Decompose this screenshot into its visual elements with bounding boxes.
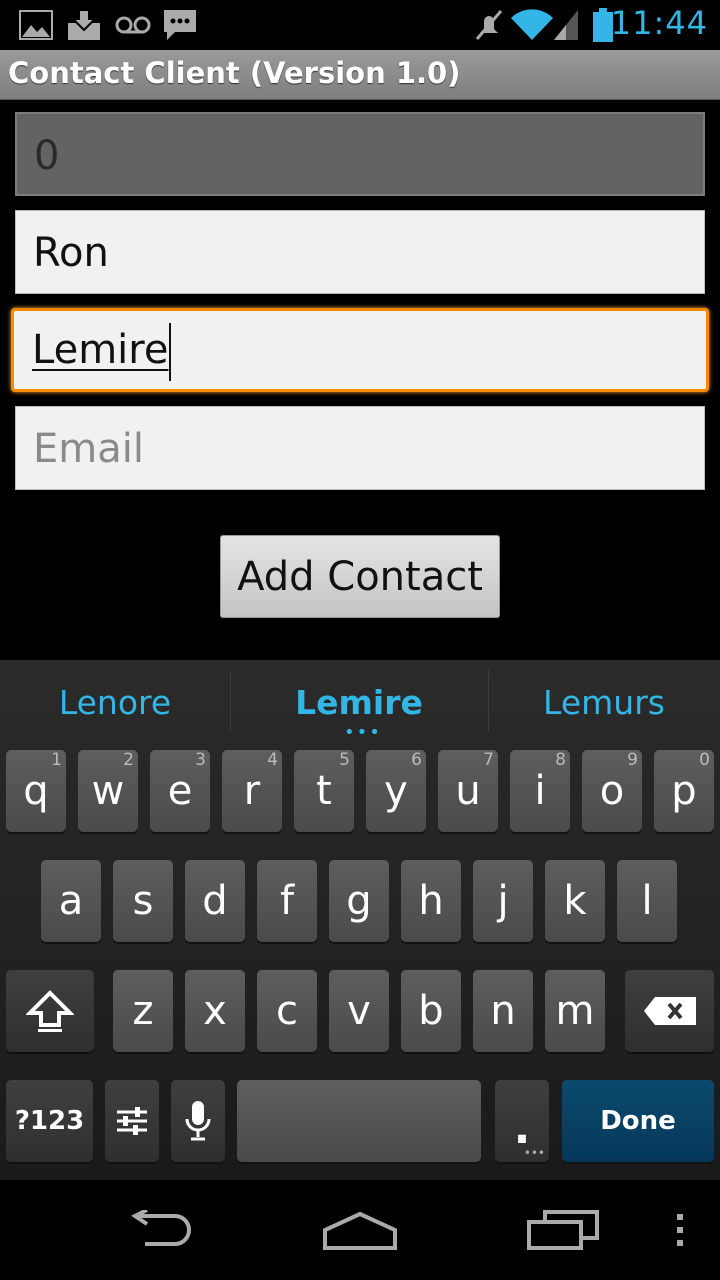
overflow-menu-button[interactable] [665, 1200, 695, 1260]
settings-key[interactable] [105, 1080, 159, 1162]
done-key[interactable]: Done [562, 1080, 714, 1162]
navigation-bar [0, 1180, 720, 1280]
email-placeholder: Email [33, 426, 144, 472]
key-u[interactable]: u7 [438, 750, 498, 832]
mute-icon [474, 8, 504, 42]
last-name-field[interactable]: Lemire [11, 308, 709, 392]
picture-icon [18, 8, 54, 42]
key-x[interactable]: x [185, 970, 245, 1052]
key-t[interactable]: t5 [294, 750, 354, 832]
shift-key[interactable] [6, 970, 94, 1052]
key-s[interactable]: s [113, 860, 173, 942]
wifi-icon [510, 8, 554, 42]
recent-apps-button[interactable] [518, 1200, 608, 1260]
home-icon [323, 1211, 397, 1250]
key-y[interactable]: y6 [366, 750, 426, 832]
key-k[interactable]: k [545, 860, 605, 942]
shift-icon [6, 970, 94, 1052]
key-o[interactable]: o9 [582, 750, 642, 832]
soft-keyboard: Lenore Lemire ••• Lemurs q1 w2 e3 r4 t5 … [0, 660, 720, 1180]
settings-sliders-icon [105, 1080, 159, 1162]
key-j[interactable]: j [473, 860, 533, 942]
text-cursor [169, 323, 172, 381]
add-contact-button[interactable]: Add Contact [220, 535, 500, 618]
microphone-icon [171, 1080, 225, 1162]
more-suggestions-indicator: ••• [344, 722, 382, 743]
voicemail-icon [114, 8, 152, 42]
key-c[interactable]: c [257, 970, 317, 1052]
more-punctuation-indicator: ••• [523, 1146, 545, 1160]
period-key[interactable]: . ••• [495, 1080, 549, 1162]
email-field[interactable]: Email [15, 406, 705, 490]
suggestion-3[interactable]: Lemurs [488, 660, 720, 745]
key-v[interactable]: v [329, 970, 389, 1052]
key-b[interactable]: b [401, 970, 461, 1052]
space-key[interactable] [237, 1080, 481, 1162]
key-m[interactable]: m [545, 970, 605, 1052]
symbols-key[interactable]: ?123 [6, 1080, 93, 1162]
backspace-key[interactable] [625, 970, 714, 1052]
key-a[interactable]: a [41, 860, 101, 942]
back-icon [131, 1210, 191, 1246]
key-n[interactable]: n [473, 970, 533, 1052]
backspace-icon [625, 970, 714, 1052]
key-l[interactable]: l [617, 860, 677, 942]
key-r[interactable]: r4 [222, 750, 282, 832]
key-f[interactable]: f [257, 860, 317, 942]
overflow-menu-icon [677, 1214, 683, 1246]
last-name-value: Lemire [32, 327, 169, 373]
key-p[interactable]: p0 [654, 750, 714, 832]
key-i[interactable]: i8 [510, 750, 570, 832]
download-icon [66, 8, 102, 42]
first-name-value: Ron [33, 230, 109, 276]
suggestion-1[interactable]: Lenore [0, 660, 230, 745]
app-title: Contact Client (Version 1.0) [8, 56, 461, 90]
clock: 11:44 [610, 4, 708, 42]
voice-input-key[interactable] [171, 1080, 225, 1162]
message-icon [162, 8, 198, 42]
key-h[interactable]: h [401, 860, 461, 942]
key-z[interactable]: z [113, 970, 173, 1052]
back-button[interactable] [115, 1200, 205, 1260]
action-bar: Contact Client (Version 1.0) [0, 50, 720, 100]
key-e[interactable]: e3 [150, 750, 210, 832]
key-w[interactable]: w2 [78, 750, 138, 832]
id-field-value: 0 [34, 133, 60, 179]
home-button[interactable] [315, 1200, 405, 1260]
key-q[interactable]: q1 [6, 750, 66, 832]
signal-icon [552, 8, 580, 42]
key-d[interactable]: d [185, 860, 245, 942]
status-bar: 11:44 [0, 0, 720, 50]
key-g[interactable]: g [329, 860, 389, 942]
id-field: 0 [15, 112, 705, 196]
first-name-field[interactable]: Ron [15, 210, 705, 294]
recent-apps-icon [527, 1210, 599, 1250]
